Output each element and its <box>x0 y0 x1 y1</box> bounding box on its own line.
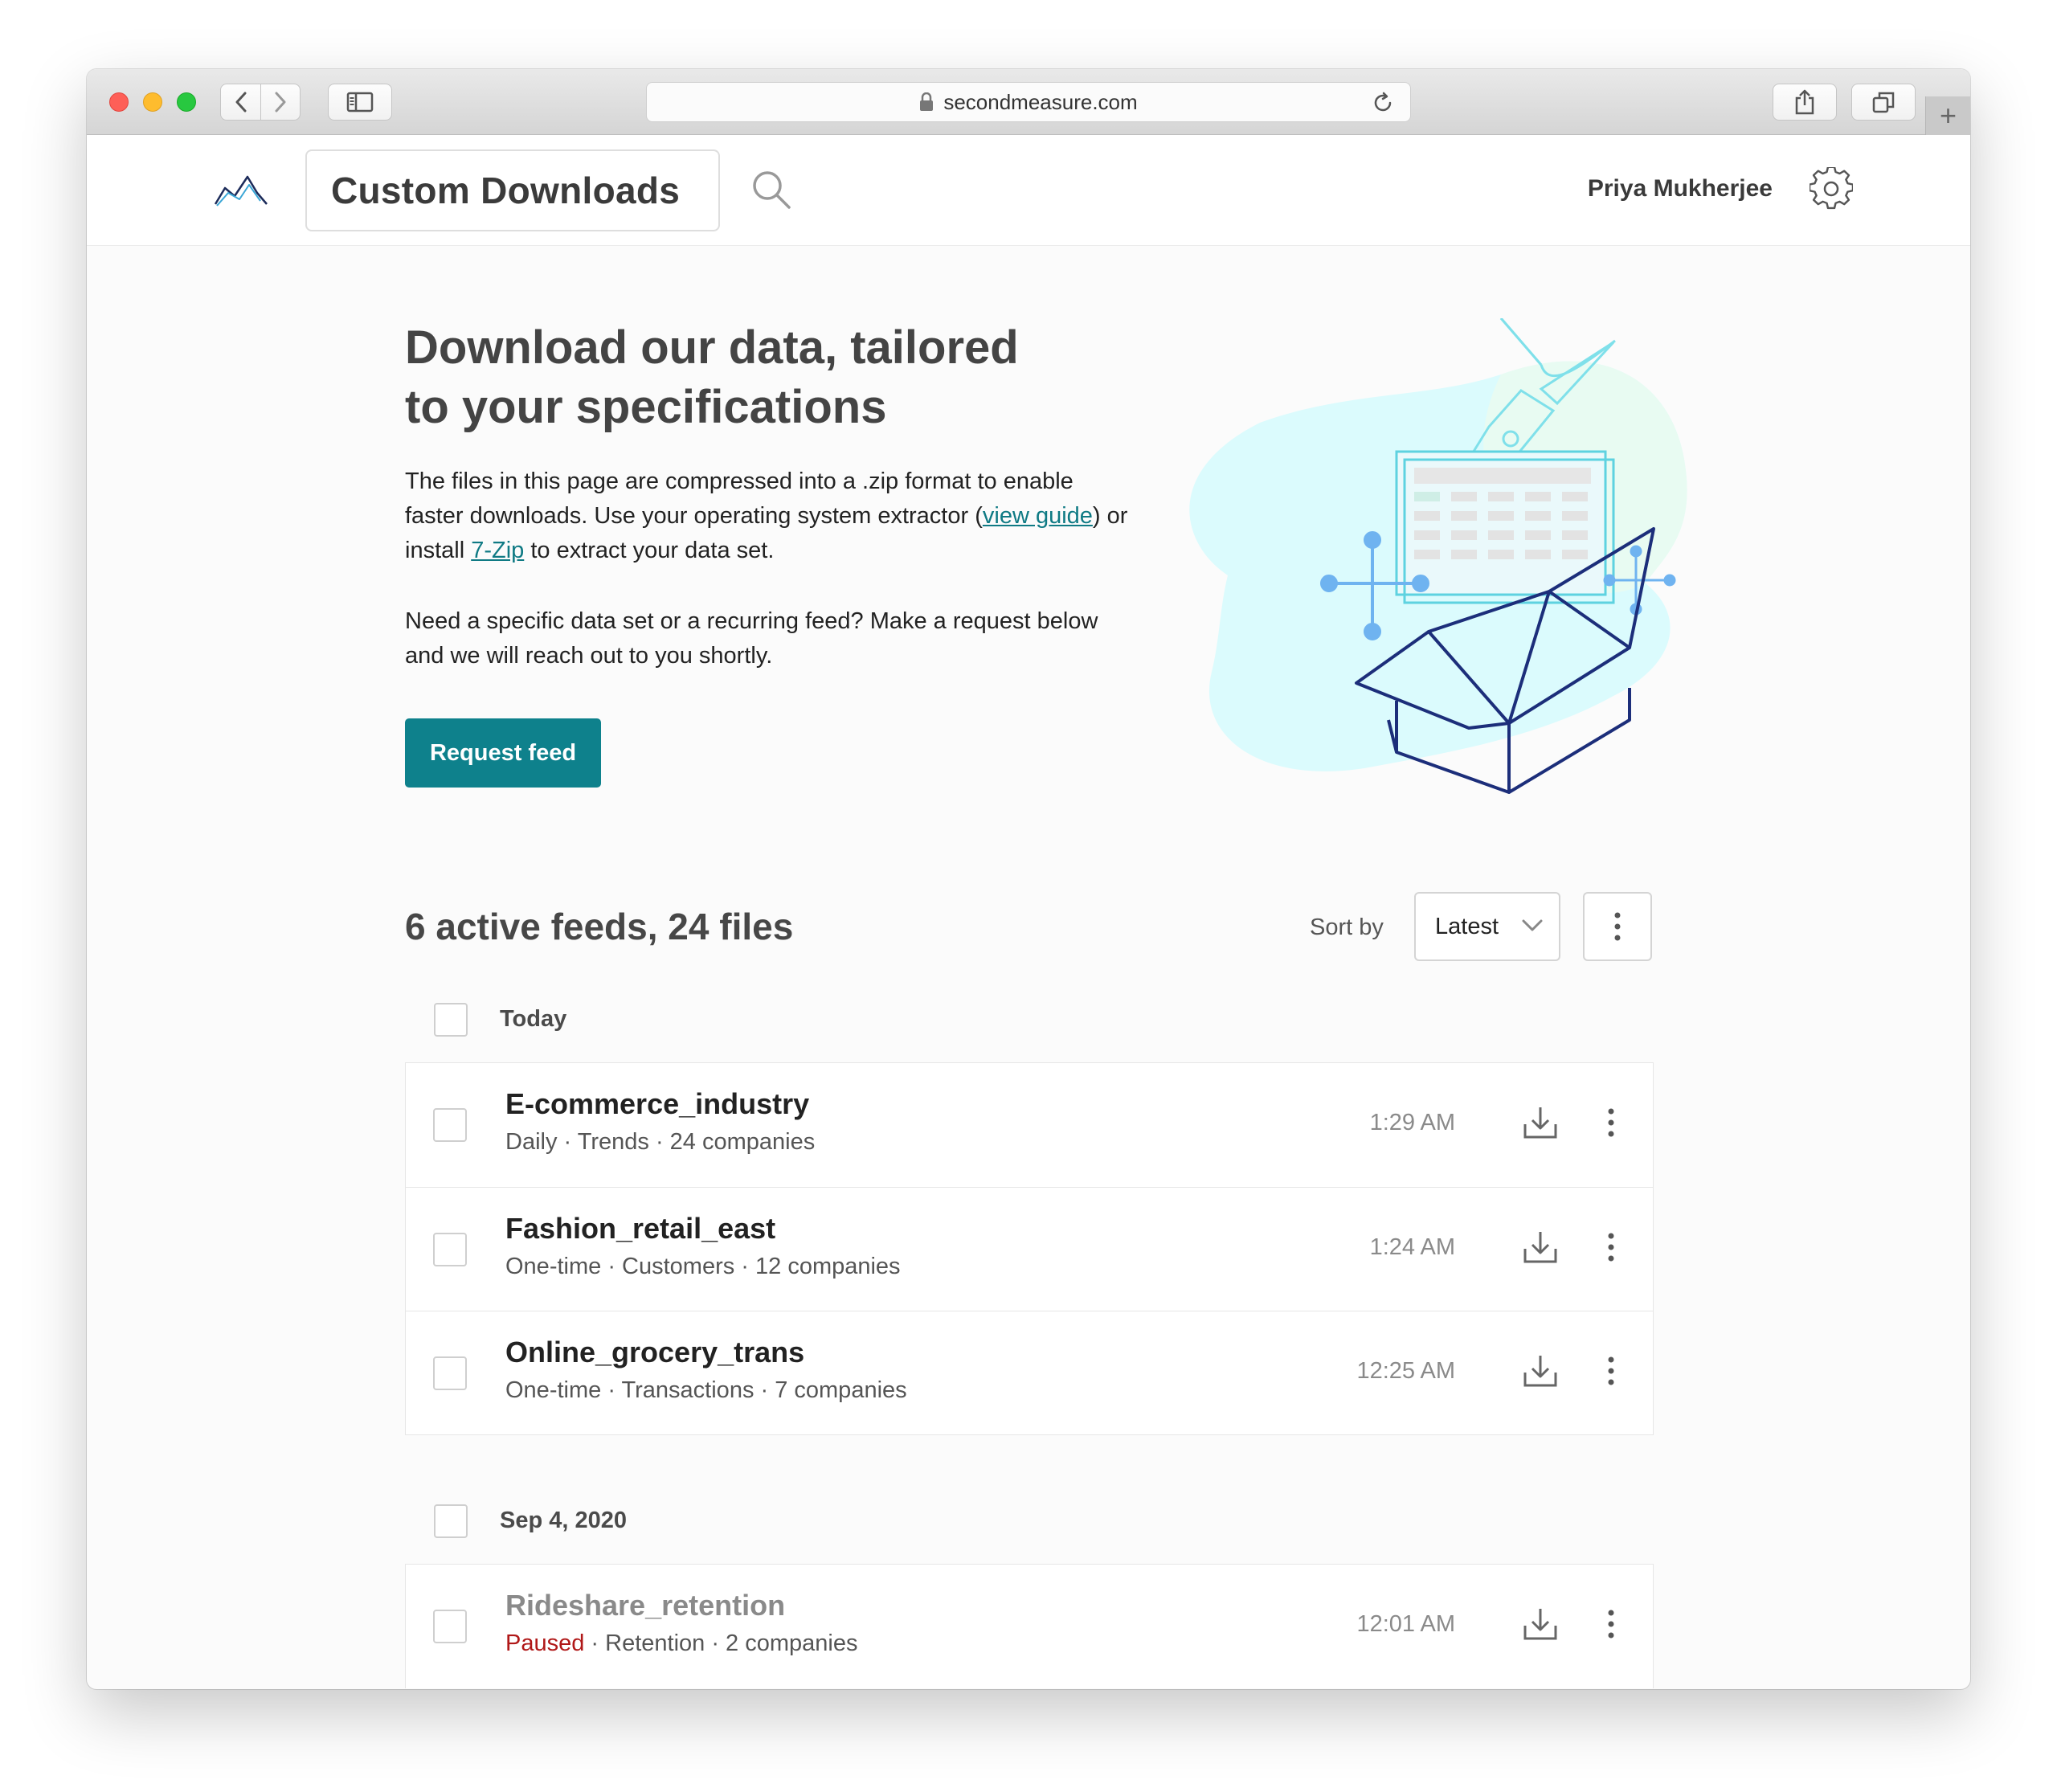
share-button[interactable] <box>1773 84 1837 121</box>
chevron-down-icon <box>1522 919 1543 931</box>
feeds-summary: 6 active feeds, 24 files <box>405 906 794 947</box>
more-vertical-icon <box>1614 912 1621 941</box>
feed-name[interactable]: Online_grocery_trans <box>505 1336 804 1369</box>
feed-row[interactable]: Online_grocery_trans One-time · Transact… <box>406 1311 1653 1434</box>
sort-select[interactable]: Latest <box>1414 892 1560 961</box>
hero-description: The files in this page are compressed in… <box>405 464 1128 568</box>
minimize-window-button[interactable] <box>143 92 162 112</box>
sort-value: Latest <box>1435 913 1499 939</box>
group-checkbox-today[interactable] <box>434 1003 468 1037</box>
feed-row[interactable]: E-commerce_industry Daily · Trends · 24 … <box>406 1063 1653 1187</box>
browser-window: secondmeasure.com + Custom Downloads Pri… <box>87 69 1970 1689</box>
feed-name[interactable]: Rideshare_retention <box>505 1589 785 1622</box>
row-checkbox[interactable] <box>433 1610 467 1643</box>
feed-meta-text: · Retention · 2 companies <box>584 1630 858 1656</box>
forward-button[interactable] <box>260 84 300 120</box>
hero-request-text: Need a specific data set or a recurring … <box>405 608 1098 669</box>
lock-icon <box>920 92 934 111</box>
feed-meta: One-time · Customers · 12 companies <box>505 1254 901 1279</box>
hero-text: to extract your data set. <box>524 538 775 563</box>
sort-label: Sort by <box>1310 914 1384 940</box>
download-illustration <box>1189 318 1687 794</box>
sidebar-icon <box>346 92 374 113</box>
feed-time: 12:01 AM <box>1356 1611 1455 1637</box>
close-window-button[interactable] <box>109 92 129 112</box>
download-icon[interactable] <box>1523 1353 1558 1389</box>
view-guide-link[interactable]: view guide <box>983 503 1093 529</box>
row-checkbox[interactable] <box>433 1108 467 1142</box>
tabs-icon <box>1872 92 1895 113</box>
hero-title: Download our data, tailored to your spec… <box>405 318 1128 437</box>
row-checkbox[interactable] <box>433 1233 467 1266</box>
feed-name[interactable]: Fashion_retail_east <box>505 1212 775 1246</box>
download-icon[interactable] <box>1523 1105 1558 1140</box>
feed-meta: Daily · Trends · 24 companies <box>505 1129 816 1155</box>
back-button[interactable] <box>221 84 260 120</box>
7-zip-link[interactable]: 7-Zip <box>471 538 524 563</box>
page-title: Custom Downloads <box>305 149 720 231</box>
logo-icon[interactable] <box>212 172 270 211</box>
feed-list-sep-4: Rideshare_retention Paused · Retention ·… <box>405 1564 1654 1688</box>
group-label-today: Today <box>500 1006 567 1032</box>
feed-time: 1:29 AM <box>1369 1110 1455 1135</box>
tab-overview-button[interactable] <box>1851 84 1916 121</box>
plus-icon: + <box>1939 99 1957 132</box>
forward-icon <box>275 92 286 113</box>
feeds-more-button[interactable] <box>1583 892 1652 961</box>
group-label-sep-4: Sep 4, 2020 <box>500 1508 627 1533</box>
new-tab-button[interactable]: + <box>1925 96 1970 135</box>
hero-title-line-1: Download our data, tailored <box>405 321 1019 374</box>
sidebar-toggle-button[interactable] <box>328 84 392 121</box>
request-feed-button[interactable]: Request feed <box>405 718 601 788</box>
gear-icon[interactable] <box>1810 167 1853 211</box>
history-nav <box>220 84 301 121</box>
more-vertical-icon[interactable] <box>1608 1356 1614 1385</box>
feed-name[interactable]: E-commerce_industry <box>505 1087 809 1121</box>
feed-meta: One-time · Transactions · 7 companies <box>505 1377 907 1403</box>
back-icon <box>235 92 246 113</box>
hero-text: The files in this page are compressed in… <box>405 468 1073 529</box>
download-icon[interactable] <box>1523 1229 1558 1265</box>
feed-list-today: E-commerce_industry Daily · Trends · 24 … <box>405 1062 1654 1435</box>
zoom-window-button[interactable] <box>177 92 196 112</box>
feed-meta: Paused · Retention · 2 companies <box>505 1630 857 1657</box>
feed-row[interactable]: Fashion_retail_east One-time · Customers… <box>406 1187 1653 1311</box>
share-icon <box>1795 89 1814 115</box>
group-checkbox-sep-4[interactable] <box>434 1504 468 1538</box>
paused-status: Paused <box>505 1630 585 1656</box>
reload-icon[interactable] <box>1372 92 1394 114</box>
feed-time: 12:25 AM <box>1356 1358 1455 1384</box>
app-header: Custom Downloads Priya Mukherjee <box>87 135 1970 246</box>
search-icon[interactable] <box>750 169 792 211</box>
more-vertical-icon[interactable] <box>1608 1610 1614 1639</box>
address-bar[interactable]: secondmeasure.com <box>646 82 1411 122</box>
hero-title-line-2: to your specifications <box>405 381 887 433</box>
user-name[interactable]: Priya Mukherjee <box>1588 175 1773 203</box>
row-checkbox[interactable] <box>433 1356 467 1390</box>
feed-time: 1:24 AM <box>1369 1234 1455 1260</box>
browser-toolbar: secondmeasure.com + <box>87 69 1970 135</box>
url-text: secondmeasure.com <box>943 89 1138 114</box>
more-vertical-icon[interactable] <box>1608 1108 1614 1137</box>
download-icon[interactable] <box>1523 1606 1558 1642</box>
feed-row[interactable]: Rideshare_retention Paused · Retention ·… <box>406 1565 1653 1688</box>
more-vertical-icon[interactable] <box>1608 1233 1614 1262</box>
